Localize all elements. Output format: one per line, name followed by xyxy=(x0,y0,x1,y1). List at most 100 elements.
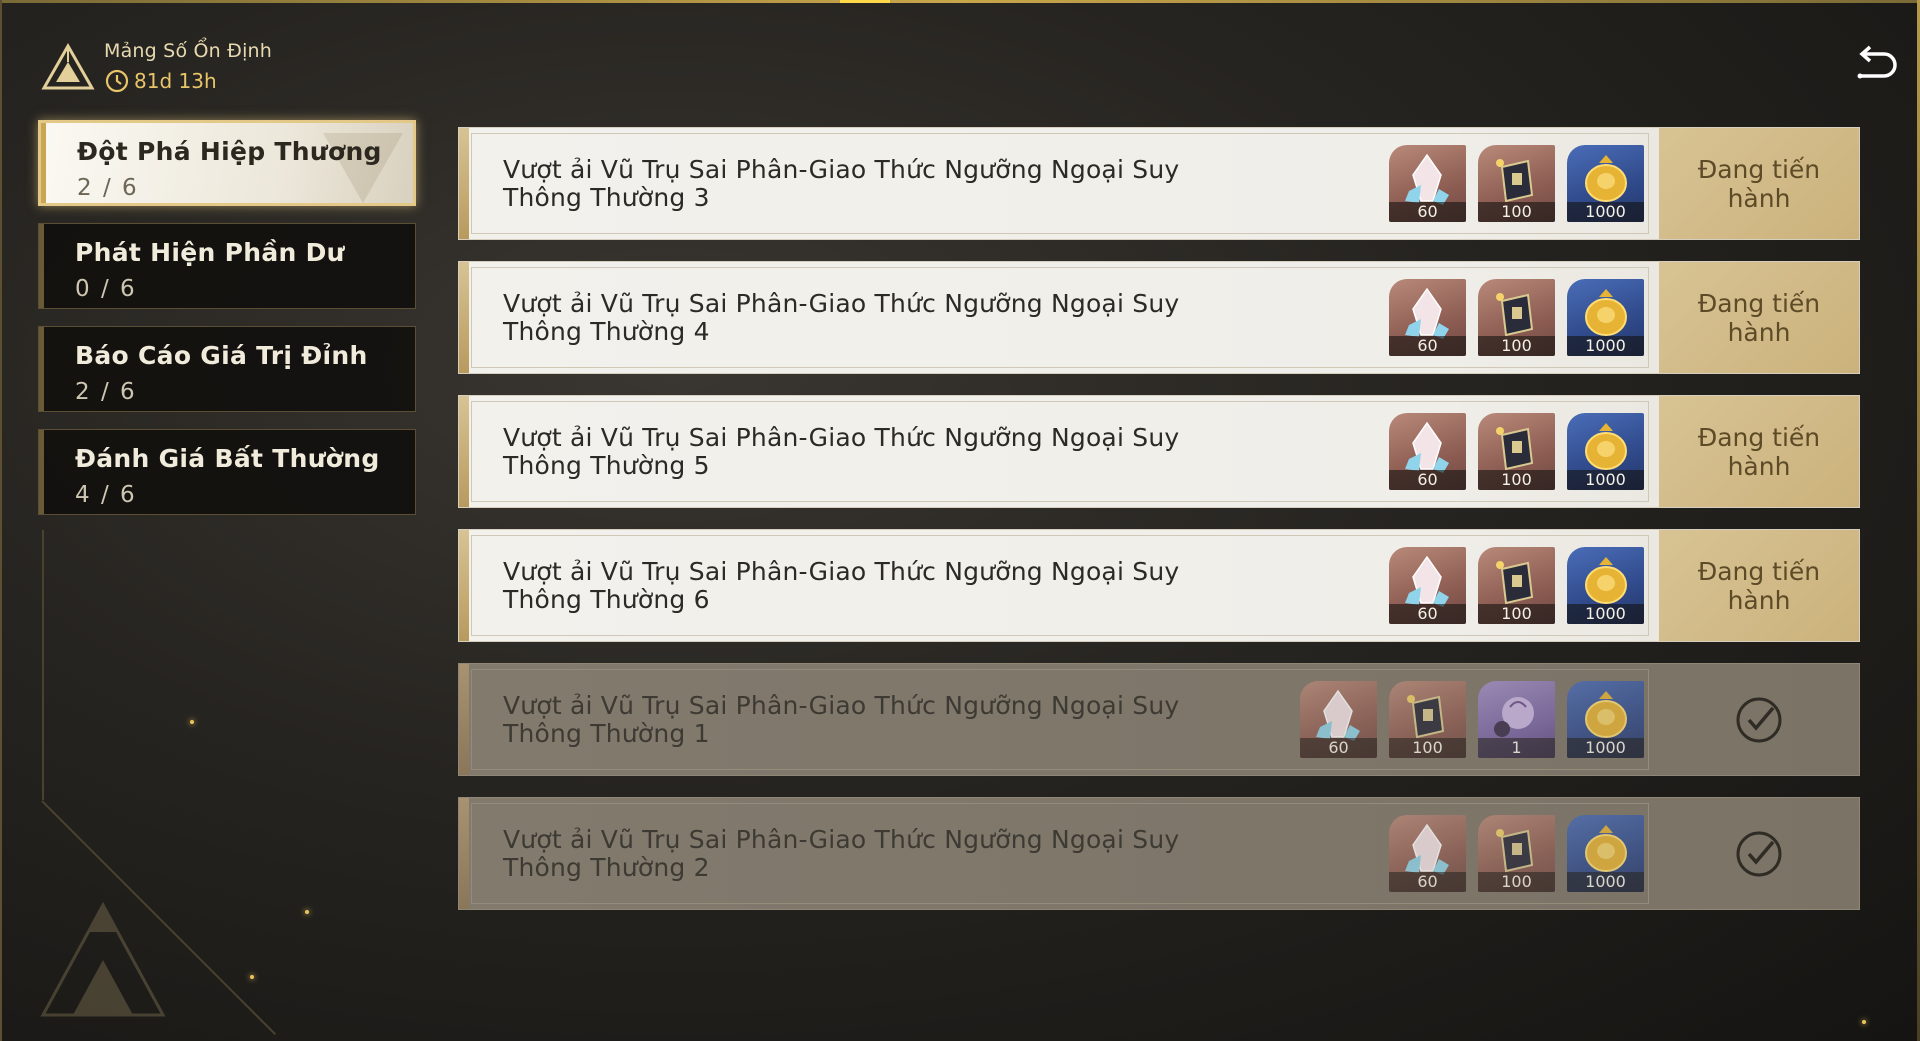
book-icon xyxy=(1496,159,1534,203)
reward-qty: 60 xyxy=(1389,470,1466,490)
mission-status-button[interactable]: Đang tiến hành xyxy=(1659,128,1859,239)
crystal-icon xyxy=(1405,823,1449,875)
reward-item[interactable]: 1000 xyxy=(1567,547,1644,624)
mora-icon xyxy=(1585,423,1627,470)
reward-list: 60 100 1000 xyxy=(1389,279,1644,356)
reward-qty: 100 xyxy=(1478,202,1555,222)
reward-qty: 1000 xyxy=(1567,738,1644,758)
mission-status-button[interactable]: Đang tiến hành xyxy=(1659,262,1859,373)
sidebar-item-progress: 4 / 6 xyxy=(75,482,137,508)
reward-list: 60 100 1 1000 xyxy=(1300,681,1644,758)
mora-icon xyxy=(1585,155,1627,202)
book-icon xyxy=(1496,829,1534,873)
checkmark-icon xyxy=(1736,831,1782,876)
reward-item[interactable]: 60 xyxy=(1389,547,1466,624)
triforce-decoration-icon xyxy=(40,901,166,1017)
reward-item[interactable]: 100 xyxy=(1478,815,1555,892)
sidebar-item-peak-report[interactable]: Báo Cáo Giá Trị Đỉnh 2 / 6 xyxy=(38,326,416,412)
sidebar-item-label: Phát Hiện Phần Dư xyxy=(75,238,345,267)
mission-row[interactable]: Vượt ải Vũ Trụ Sai Phân-Giao Thức Ngưỡng… xyxy=(458,395,1860,508)
mission-title: Vượt ải Vũ Trụ Sai Phân-Giao Thức Ngưỡng… xyxy=(503,825,1180,882)
reward-list: 60 100 1000 xyxy=(1389,413,1644,490)
top-highlight xyxy=(840,0,890,3)
reward-item[interactable]: 60 xyxy=(1300,681,1377,758)
left-frame-line xyxy=(0,0,2,1041)
reward-item[interactable]: 1000 xyxy=(1567,145,1644,222)
reward-qty: 100 xyxy=(1478,604,1555,624)
event-emblem-icon xyxy=(41,42,95,90)
reward-item[interactable]: 1000 xyxy=(1567,279,1644,356)
reward-qty: 60 xyxy=(1389,872,1466,892)
sparkle-decoration xyxy=(190,720,194,724)
reward-item[interactable]: 60 xyxy=(1389,413,1466,490)
sidebar-item-progress: 2 / 6 xyxy=(75,379,137,405)
status-label: Đang tiến hành xyxy=(1697,288,1821,347)
reward-qty: 60 xyxy=(1300,738,1377,758)
reward-qty: 60 xyxy=(1389,202,1466,222)
sidebar-item-label: Đánh Giá Bất Thường xyxy=(75,444,380,473)
mission-row[interactable]: Vượt ải Vũ Trụ Sai Phân-Giao Thức Ngưỡng… xyxy=(458,529,1860,642)
mora-icon xyxy=(1585,289,1627,336)
reward-qty: 60 xyxy=(1389,604,1466,624)
mora-icon xyxy=(1585,557,1627,604)
reward-item[interactable]: 100 xyxy=(1389,681,1466,758)
mission-title: Vượt ải Vũ Trụ Sai Phân-Giao Thức Ngưỡng… xyxy=(503,691,1180,748)
mission-list: Vượt ải Vũ Trụ Sai Phân-Giao Thức Ngưỡng… xyxy=(458,127,1860,931)
book-icon xyxy=(1496,427,1534,471)
clock-icon xyxy=(105,69,129,93)
top-frame-line xyxy=(0,0,1920,3)
crystal-icon xyxy=(1316,689,1360,741)
mission-title: Vượt ải Vũ Trụ Sai Phân-Giao Thức Ngưỡng… xyxy=(503,289,1180,346)
reward-item[interactable]: 60 xyxy=(1389,279,1466,356)
event-title: Mảng Số Ổn Định xyxy=(104,40,273,62)
book-icon xyxy=(1496,561,1534,605)
mission-status-button[interactable]: Đang tiến hành xyxy=(1659,396,1859,507)
status-label: Đang tiến hành xyxy=(1697,556,1821,615)
reward-item[interactable]: 100 xyxy=(1478,547,1555,624)
reward-item[interactable]: 1000 xyxy=(1567,413,1644,490)
reward-list: 60 100 1000 xyxy=(1389,145,1644,222)
reward-list: 60 100 1000 xyxy=(1389,547,1644,624)
mission-row[interactable]: Vượt ải Vũ Trụ Sai Phân-Giao Thức Ngưỡng… xyxy=(458,127,1860,240)
reward-qty: 1000 xyxy=(1567,202,1644,222)
reward-item[interactable]: 100 xyxy=(1478,145,1555,222)
reward-item[interactable]: 1000 xyxy=(1567,681,1644,758)
sidebar-item-breakthrough[interactable]: Đột Phá Hiệp Thương 2 / 6 xyxy=(38,120,416,206)
reward-item[interactable]: 60 xyxy=(1389,815,1466,892)
mission-title: Vượt ải Vũ Trụ Sai Phân-Giao Thức Ngưỡng… xyxy=(503,557,1180,614)
reward-item[interactable]: 60 xyxy=(1389,145,1466,222)
category-sidebar: Đột Phá Hiệp Thương 2 / 6 Phát Hiện Phần… xyxy=(38,120,416,532)
reward-item[interactable]: 1 xyxy=(1478,681,1555,758)
mission-row[interactable]: Vượt ải Vũ Trụ Sai Phân-Giao Thức Ngưỡng… xyxy=(458,261,1860,374)
mission-row[interactable]: Vượt ải Vũ Trụ Sai Phân-Giao Thức Ngưỡng… xyxy=(458,663,1860,776)
sidebar-item-progress: 2 / 6 xyxy=(77,175,139,201)
sidebar-item-residual[interactable]: Phát Hiện Phần Dư 0 / 6 xyxy=(38,223,416,309)
reward-qty: 1000 xyxy=(1567,604,1644,624)
mora-icon xyxy=(1585,691,1627,738)
crystal-icon xyxy=(1405,421,1449,473)
reward-qty: 100 xyxy=(1478,470,1555,490)
sparkle-decoration xyxy=(250,975,254,979)
status-label: Đang tiến hành xyxy=(1697,154,1821,213)
mission-status-button[interactable]: Đang tiến hành xyxy=(1659,530,1859,641)
reward-item[interactable]: 1000 xyxy=(1567,815,1644,892)
mission-title: Vượt ải Vũ Trụ Sai Phân-Giao Thức Ngưỡng… xyxy=(503,423,1180,480)
sparkle-decoration xyxy=(305,910,309,914)
mora-icon xyxy=(1585,825,1627,872)
reward-qty: 1 xyxy=(1478,738,1555,758)
back-icon[interactable] xyxy=(1850,44,1898,86)
mission-status-complete xyxy=(1659,798,1859,909)
sparkle-decoration xyxy=(1862,1020,1866,1024)
decorative-line xyxy=(42,530,44,800)
reward-qty: 1000 xyxy=(1567,872,1644,892)
timer-value: 81d 13h xyxy=(134,69,217,93)
mission-status-complete xyxy=(1659,664,1859,775)
reward-item[interactable]: 100 xyxy=(1478,279,1555,356)
book-icon xyxy=(1496,293,1534,337)
reward-item[interactable]: 100 xyxy=(1478,413,1555,490)
reward-qty: 100 xyxy=(1389,738,1466,758)
event-header: Mảng Số Ổn Định 81d 13h xyxy=(40,36,440,96)
mission-row[interactable]: Vượt ải Vũ Trụ Sai Phân-Giao Thức Ngưỡng… xyxy=(458,797,1860,910)
sidebar-item-label: Đột Phá Hiệp Thương xyxy=(77,137,382,166)
sidebar-item-anomaly[interactable]: Đánh Giá Bất Thường 4 / 6 xyxy=(38,429,416,515)
